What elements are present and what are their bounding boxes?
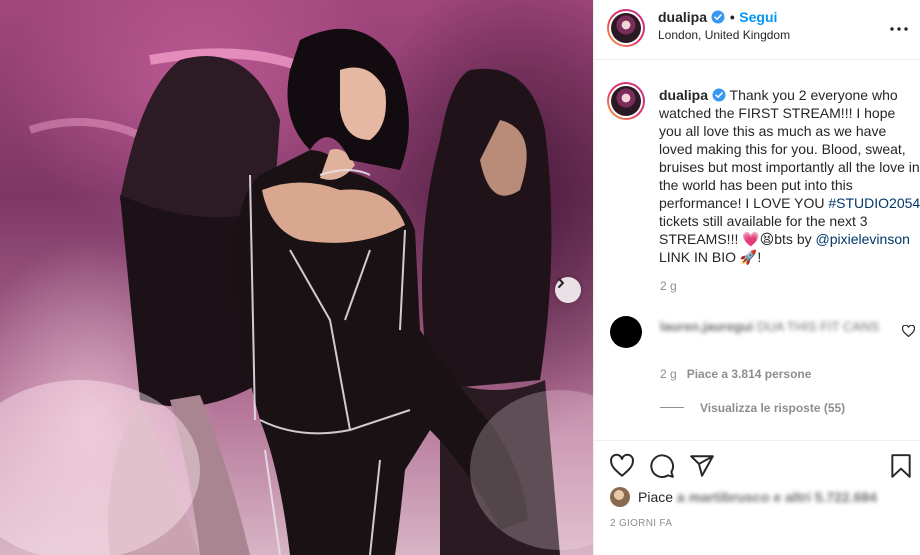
view-replies-button[interactable]: Visualizza le risposte (55) (660, 401, 845, 415)
comment-likes[interactable]: Piace a 3.814 persone (687, 367, 812, 381)
likes-prefix: Piace (638, 489, 674, 505)
follow-button[interactable]: Segui (739, 9, 777, 25)
header-title-row: dualipa • Segui (658, 9, 777, 27)
post-date[interactable]: 2 GIORNI FA (610, 518, 672, 529)
next-photo-button[interactable] (555, 277, 581, 303)
comment-icon[interactable] (649, 453, 675, 479)
heart-icon[interactable] (609, 453, 635, 479)
chevron-right-icon (558, 278, 564, 288)
post-location[interactable]: London, United Kingdom (658, 28, 790, 42)
bookmark-icon[interactable] (888, 453, 914, 479)
verified-badge-icon (712, 88, 726, 102)
caption-timestamp[interactable]: 2 g (660, 279, 677, 293)
caption-mention[interactable]: @pixielevinson (816, 231, 910, 247)
likes-detail: a martibrusco e altri 5.722.684 (676, 489, 877, 505)
liker-avatar[interactable] (610, 487, 630, 507)
author-username[interactable]: dualipa (658, 9, 707, 25)
post-image (0, 28, 593, 555)
caption-username[interactable]: dualipa (659, 87, 708, 103)
likes-text[interactable]: Piace a martibrusco e altri 5.722.684 (638, 489, 877, 505)
caption-text-3: LINK IN BIO 🚀! (659, 249, 762, 265)
post-caption: dualipa Thank you 2 everyone who watched… (659, 86, 920, 266)
replies-divider (660, 407, 684, 408)
more-options-icon[interactable] (887, 17, 911, 41)
caption-avatar[interactable] (607, 82, 645, 120)
share-icon[interactable] (689, 453, 715, 479)
caption-text-1: Thank you 2 everyone who watched the FIR… (659, 87, 920, 211)
post-header: dualipa • Segui London, United Kingdom (594, 0, 920, 60)
comment-like-icon[interactable] (902, 325, 915, 337)
comment-meta: 2 g Piace a 3.814 persone (660, 367, 811, 381)
caption-hashtag[interactable]: #STUDIO2054 (828, 195, 920, 211)
comment-text: DUA THIS FIT CANS (756, 319, 880, 334)
commenter-avatar[interactable] (610, 316, 642, 348)
view-replies-label: Visualizza le risposte (55) (700, 401, 846, 415)
action-bar (594, 440, 920, 490)
comment-body: lauren.jauregui DUA THIS FIT CANS (660, 318, 880, 335)
author-avatar[interactable] (607, 9, 645, 47)
commenter-username[interactable]: lauren.jauregui (660, 319, 753, 334)
separator-dot: • (729, 9, 735, 25)
post-side-panel: dualipa • Segui London, United Kingdom d… (593, 0, 920, 555)
verified-badge-icon (711, 10, 725, 24)
comment-timestamp[interactable]: 2 g (660, 367, 677, 381)
post-photo[interactable] (0, 0, 593, 555)
